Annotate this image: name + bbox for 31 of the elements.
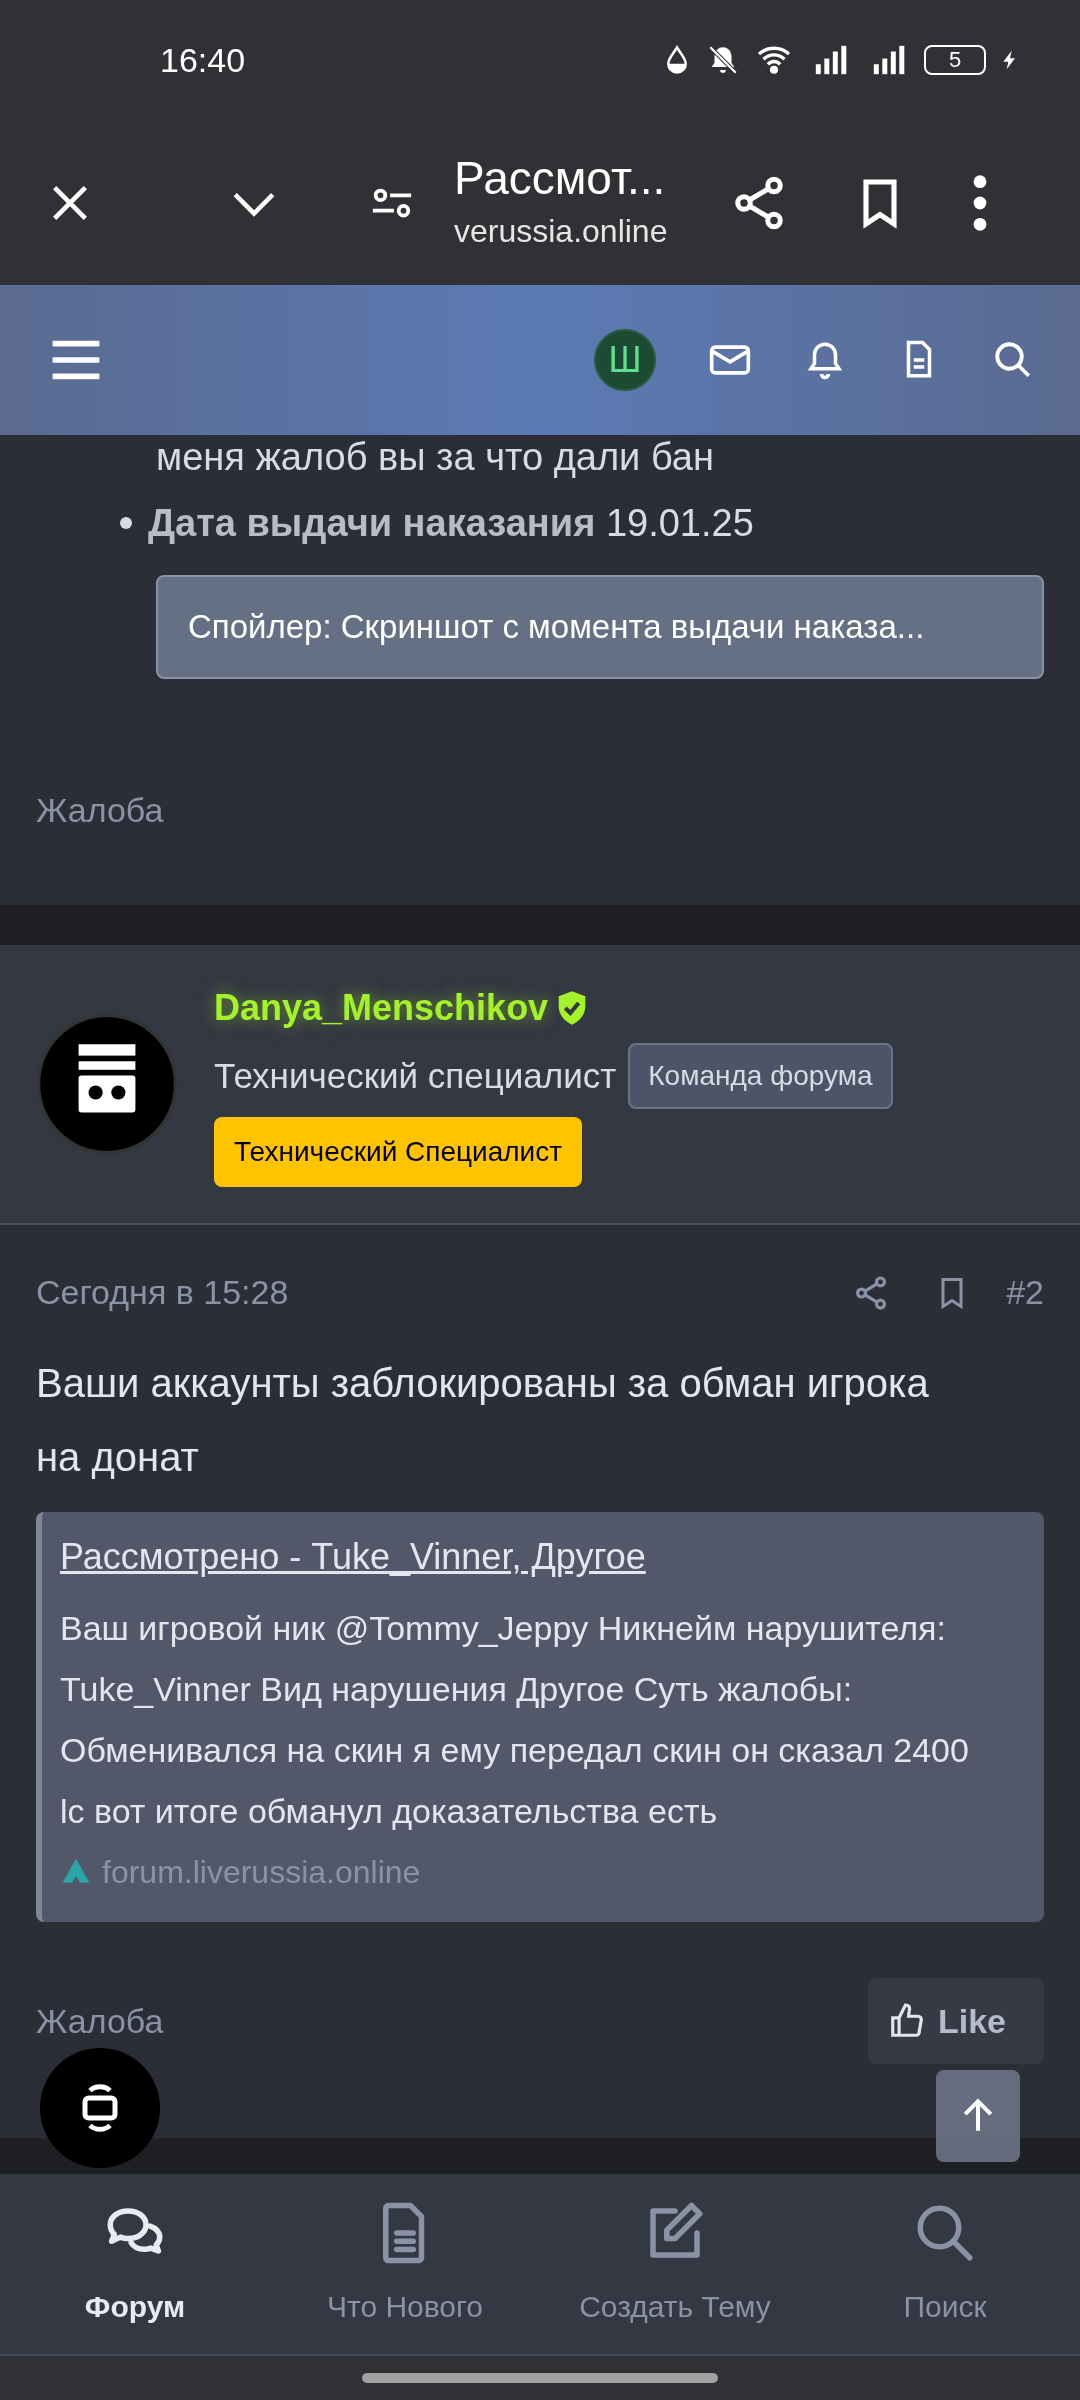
report-link[interactable]: Жалоба xyxy=(36,1995,164,2047)
link-preview-card[interactable] xyxy=(36,1512,1044,1922)
post-date[interactable]: Сегодня в 15:28 xyxy=(36,1267,289,1318)
preview-title-link[interactable]: Рассмотрено - Tuke_Vinner, Другое xyxy=(60,1530,1026,1584)
battery-indicator: 5 xyxy=(924,45,986,75)
nav-tab[interactable]: Что Нового xyxy=(270,2174,540,2354)
page-title: Рассмот... xyxy=(454,150,667,206)
more-icon xyxy=(973,174,987,231)
post-number[interactable]: #2 xyxy=(1006,1267,1044,1318)
nav-tab[interactable]: Форум xyxy=(0,2174,270,2354)
like-button[interactable]: Like xyxy=(868,1978,1044,2064)
clock: 16:40 xyxy=(160,39,246,81)
spoiler-button[interactable]: Спойлер: Скриншот с момента выдачи наказа... xyxy=(156,575,1044,679)
preview-text: Ваш игровой ник @Tommy_Jeppy Никнейм нарушителя: Tuke_Vinner Вид нарушения Другое Суть жалобы: Обменивался на скин я ему передал скин он сказал 2400 lc вот итоге обманул доказательства есть xyxy=(60,1608,970,1832)
muted-bell-icon xyxy=(706,43,740,77)
report-link[interactable]: Жалоба xyxy=(36,785,1044,836)
user-title: Технический специалист xyxy=(214,1054,617,1097)
role-badge: Технический Специалист xyxy=(214,1117,583,1187)
bullet xyxy=(120,517,132,529)
team-badge: Команда форума xyxy=(628,1043,893,1109)
list-item-text: меня жалоб вы за что дали бан xyxy=(156,435,715,480)
page-url: verussia.online xyxy=(454,212,669,252)
nav-tab[interactable]: Создать Тему xyxy=(540,2174,810,2354)
username[interactable]: Danya_Menschikov xyxy=(214,981,549,1035)
thumbs-up-icon xyxy=(888,2002,926,2040)
user-avatar[interactable]: Ш xyxy=(594,329,656,391)
preview-source: forum.liverussia.online xyxy=(102,1853,421,1892)
scroll-top-button[interactable] xyxy=(936,2070,1020,2162)
post-text: Ваши аккаунты заблокированы за обман игрока на донат xyxy=(36,1360,930,1481)
list-item-text: Дата выдачи наказания 19.01.25 xyxy=(148,501,754,546)
nav-tab[interactable]: Поиск xyxy=(810,2174,1080,2354)
